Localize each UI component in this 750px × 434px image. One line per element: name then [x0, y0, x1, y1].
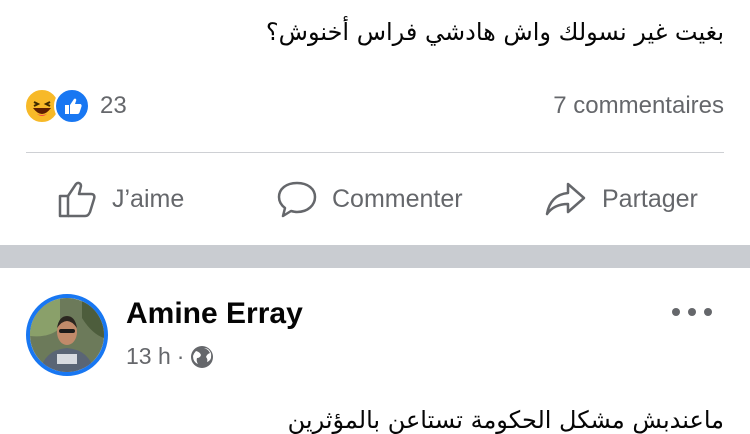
post-meta: 13 h ·: [126, 343, 214, 370]
avatar[interactable]: [26, 294, 108, 376]
comment-button[interactable]: Commenter: [276, 168, 463, 230]
author-name[interactable]: Amine Erray: [126, 297, 303, 331]
reaction-count[interactable]: 23: [100, 92, 127, 120]
action-bar: J’aime Commenter Partager: [0, 168, 750, 230]
more-dot: [704, 308, 712, 316]
like-icon: [54, 88, 90, 124]
profile-photo: [30, 298, 104, 372]
share-icon: [545, 182, 586, 216]
feed-separator: [0, 245, 750, 268]
share-button[interactable]: Partager: [544, 168, 698, 230]
more-dot: [688, 308, 696, 316]
share-label: Partager: [602, 184, 698, 213]
like-button[interactable]: J’aime: [56, 168, 184, 230]
divider: [26, 152, 724, 153]
post-text: بغيت غير نسولك واش هادشي فراس أخنوش؟: [265, 18, 724, 46]
comment-label: Commenter: [332, 184, 463, 213]
like-label: J’aime: [112, 184, 185, 213]
reaction-icons[interactable]: [24, 88, 94, 124]
meta-separator: ·: [176, 343, 185, 369]
post-time[interactable]: 13 h: [126, 343, 171, 370]
comment-icon: [277, 181, 317, 218]
thumbs-up-icon: [58, 181, 96, 218]
reactions-summary[interactable]: 23 7 commentaires: [24, 86, 724, 128]
globe-icon[interactable]: [190, 345, 214, 369]
comments-count[interactable]: 7 commentaires: [553, 92, 724, 120]
more-options-icon[interactable]: [672, 300, 712, 324]
more-dot: [672, 308, 680, 316]
